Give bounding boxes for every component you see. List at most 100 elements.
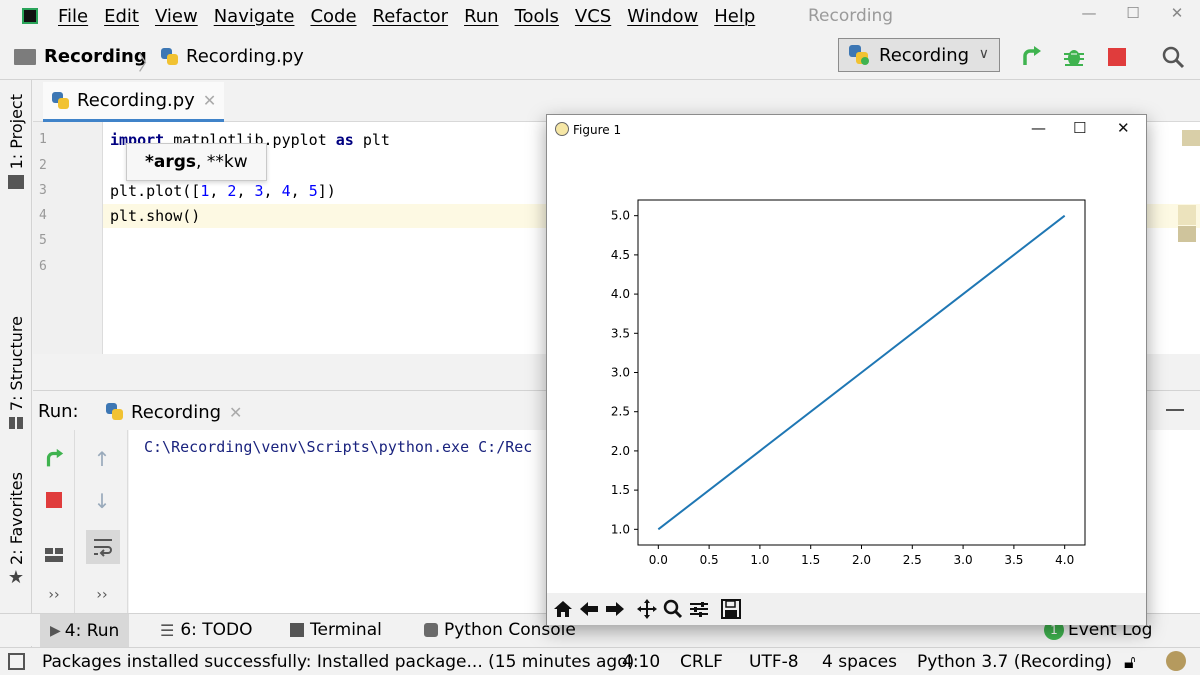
window-close-button[interactable]: ✕ xyxy=(1162,4,1192,26)
code-line-3: plt.plot([1, 2, 3, 4, 5]) xyxy=(110,182,336,200)
line-number: 1 xyxy=(39,132,47,147)
menu-navigate[interactable]: Navigate xyxy=(214,6,295,27)
terminal-icon xyxy=(290,623,304,637)
more-icon[interactable]: ›› xyxy=(41,582,67,608)
stop-icon xyxy=(1108,48,1126,66)
figure-minimize-button[interactable]: — xyxy=(1031,119,1046,137)
menu-view[interactable]: View xyxy=(155,6,198,27)
search-everywhere-button[interactable] xyxy=(1160,44,1186,70)
save-icon[interactable] xyxy=(719,597,743,621)
run-toolbar-primary: ›› xyxy=(33,430,75,613)
figure-maximize-button[interactable]: ☐ xyxy=(1073,119,1086,137)
x-tick-label: 1.0 xyxy=(750,553,769,567)
y-tick-label: 1.5 xyxy=(611,483,630,497)
breadcrumb-separator-icon: 〉 xyxy=(138,51,158,75)
stop-icon xyxy=(46,492,62,508)
editor-tab-recording-py[interactable]: Recording.py ✕ xyxy=(43,82,225,122)
project-tool-tab-label: 1: Project xyxy=(6,94,26,170)
menu-refactor[interactable]: Refactor xyxy=(373,6,449,27)
menu-window[interactable]: Window xyxy=(627,6,698,27)
run-configuration-dropdown[interactable]: Recording ∨ xyxy=(838,38,1000,72)
x-tick-label: 3.5 xyxy=(1004,553,1023,567)
error-stripe-marker[interactable] xyxy=(1182,130,1200,146)
structure-tool-tab[interactable]: 7: Structure xyxy=(0,316,32,430)
layout-button[interactable] xyxy=(41,542,67,568)
hide-panel-icon[interactable] xyxy=(1166,409,1184,411)
plot-canvas[interactable]: 0.0 0.5 1.0 1.5 2.0 2.5 3.0 3.5 4.0 1.0 1.5 2.0 2.5… xyxy=(547,145,1146,591)
error-stripe-marker[interactable] xyxy=(1178,205,1196,225)
home-icon[interactable] xyxy=(551,597,575,621)
figure-close-button[interactable]: ✕ xyxy=(1117,119,1130,137)
menu-edit[interactable]: Edit xyxy=(104,6,139,27)
run-tool-tab-label: 4: Run xyxy=(64,620,120,641)
y-tick-label: 5.0 xyxy=(611,209,630,223)
layout-icon xyxy=(45,548,63,562)
matplotlib-icon xyxy=(555,122,569,136)
todo-list-icon: ☰ xyxy=(160,620,175,640)
zoom-icon[interactable] xyxy=(661,597,685,621)
down-arrow-icon[interactable]: ↓ xyxy=(89,488,115,514)
structure-icon xyxy=(9,417,23,430)
chevron-down-icon: ∨ xyxy=(978,46,989,62)
line-number: 5 xyxy=(39,233,47,248)
back-arrow-icon[interactable] xyxy=(577,597,601,621)
x-tick-label: 2.0 xyxy=(852,553,871,567)
error-stripe-marker[interactable] xyxy=(1178,226,1196,242)
more-icon[interactable]: ›› xyxy=(89,582,115,608)
folder-icon xyxy=(14,48,36,65)
line-number-gutter: 1 2 3 4 5 6 xyxy=(33,122,103,354)
menu-help[interactable]: Help xyxy=(714,6,755,27)
up-arrow-icon[interactable]: ↑ xyxy=(89,446,115,472)
favorites-tool-tab-label: 2: Favorites xyxy=(6,472,26,565)
run-tool-tab[interactable]: ▶ 4: Run xyxy=(40,614,130,647)
project-tool-tab[interactable]: 1: Project xyxy=(0,94,32,190)
run-panel-label: Run: xyxy=(38,401,79,422)
pycharm-app-icon xyxy=(22,8,38,24)
indent-setting[interactable]: 4 spaces xyxy=(822,652,897,672)
python-interpreter[interactable]: Python 3.7 (Recording) xyxy=(917,652,1112,672)
soft-wrap-button[interactable] xyxy=(86,530,120,564)
menu-code[interactable]: Code xyxy=(310,6,356,27)
close-tab-icon[interactable]: ✕ xyxy=(203,91,216,110)
menu-run[interactable]: Run xyxy=(464,6,499,27)
caret-position[interactable]: 4:10 xyxy=(622,652,660,672)
breadcrumb-project[interactable]: Recording xyxy=(14,46,147,67)
x-tick-label: 3.0 xyxy=(954,553,973,567)
code-line-4: plt.show() xyxy=(110,207,201,225)
status-message[interactable]: Packages installed successfully: Install… xyxy=(42,652,634,672)
inspector-icon[interactable] xyxy=(1166,651,1186,671)
left-tool-stripe: 1: Project 7: Structure 2: Favorites ★ xyxy=(0,80,32,648)
x-tick-label: 1.5 xyxy=(801,553,820,567)
lock-icon[interactable]: 🔓︎ xyxy=(1124,652,1136,673)
terminal-tool-tab[interactable]: Terminal xyxy=(290,620,382,640)
pan-icon[interactable] xyxy=(635,597,659,621)
stop-button[interactable] xyxy=(41,487,67,513)
menu-tools[interactable]: Tools xyxy=(515,6,559,27)
breadcrumb-file[interactable]: Recording.py xyxy=(160,46,304,67)
stop-button[interactable] xyxy=(1104,44,1130,70)
menu-vcs[interactable]: VCS xyxy=(575,6,611,27)
plot-series xyxy=(657,214,1066,531)
run-tab-recording[interactable]: Recording ✕ xyxy=(105,397,242,427)
file-encoding[interactable]: UTF-8 xyxy=(749,652,799,672)
debug-button[interactable] xyxy=(1061,44,1087,70)
rerun-button[interactable] xyxy=(41,446,67,472)
configure-icon[interactable] xyxy=(687,597,711,621)
line-separator[interactable]: CRLF xyxy=(680,652,723,672)
figure-title: Figure 1 xyxy=(573,123,622,137)
tool-windows-toggle-icon[interactable] xyxy=(8,653,25,670)
todo-tool-tab[interactable]: ☰ 6: TODO xyxy=(160,620,253,640)
window-minimize-button[interactable]: — xyxy=(1074,4,1104,26)
x-tick-label: 2.5 xyxy=(903,553,922,567)
figure-title-bar: Figure 1 — ☐ ✕ xyxy=(547,115,1146,145)
close-tab-icon[interactable]: ✕ xyxy=(229,403,242,422)
favorites-tool-tab[interactable]: 2: Favorites ★ xyxy=(0,472,32,588)
menu-file[interactable]: File xyxy=(58,6,88,27)
menu-bar: File Edit View Navigate Code Refactor Ru… xyxy=(0,0,1200,32)
rerun-button[interactable] xyxy=(1018,44,1044,70)
ide-window: File Edit View Navigate Code Refactor Ru… xyxy=(0,0,1200,675)
forward-arrow-icon[interactable] xyxy=(603,597,627,621)
window-maximize-button[interactable]: ☐ xyxy=(1118,4,1148,26)
python-config-icon xyxy=(847,43,871,67)
y-tick-label: 2.0 xyxy=(611,444,630,458)
